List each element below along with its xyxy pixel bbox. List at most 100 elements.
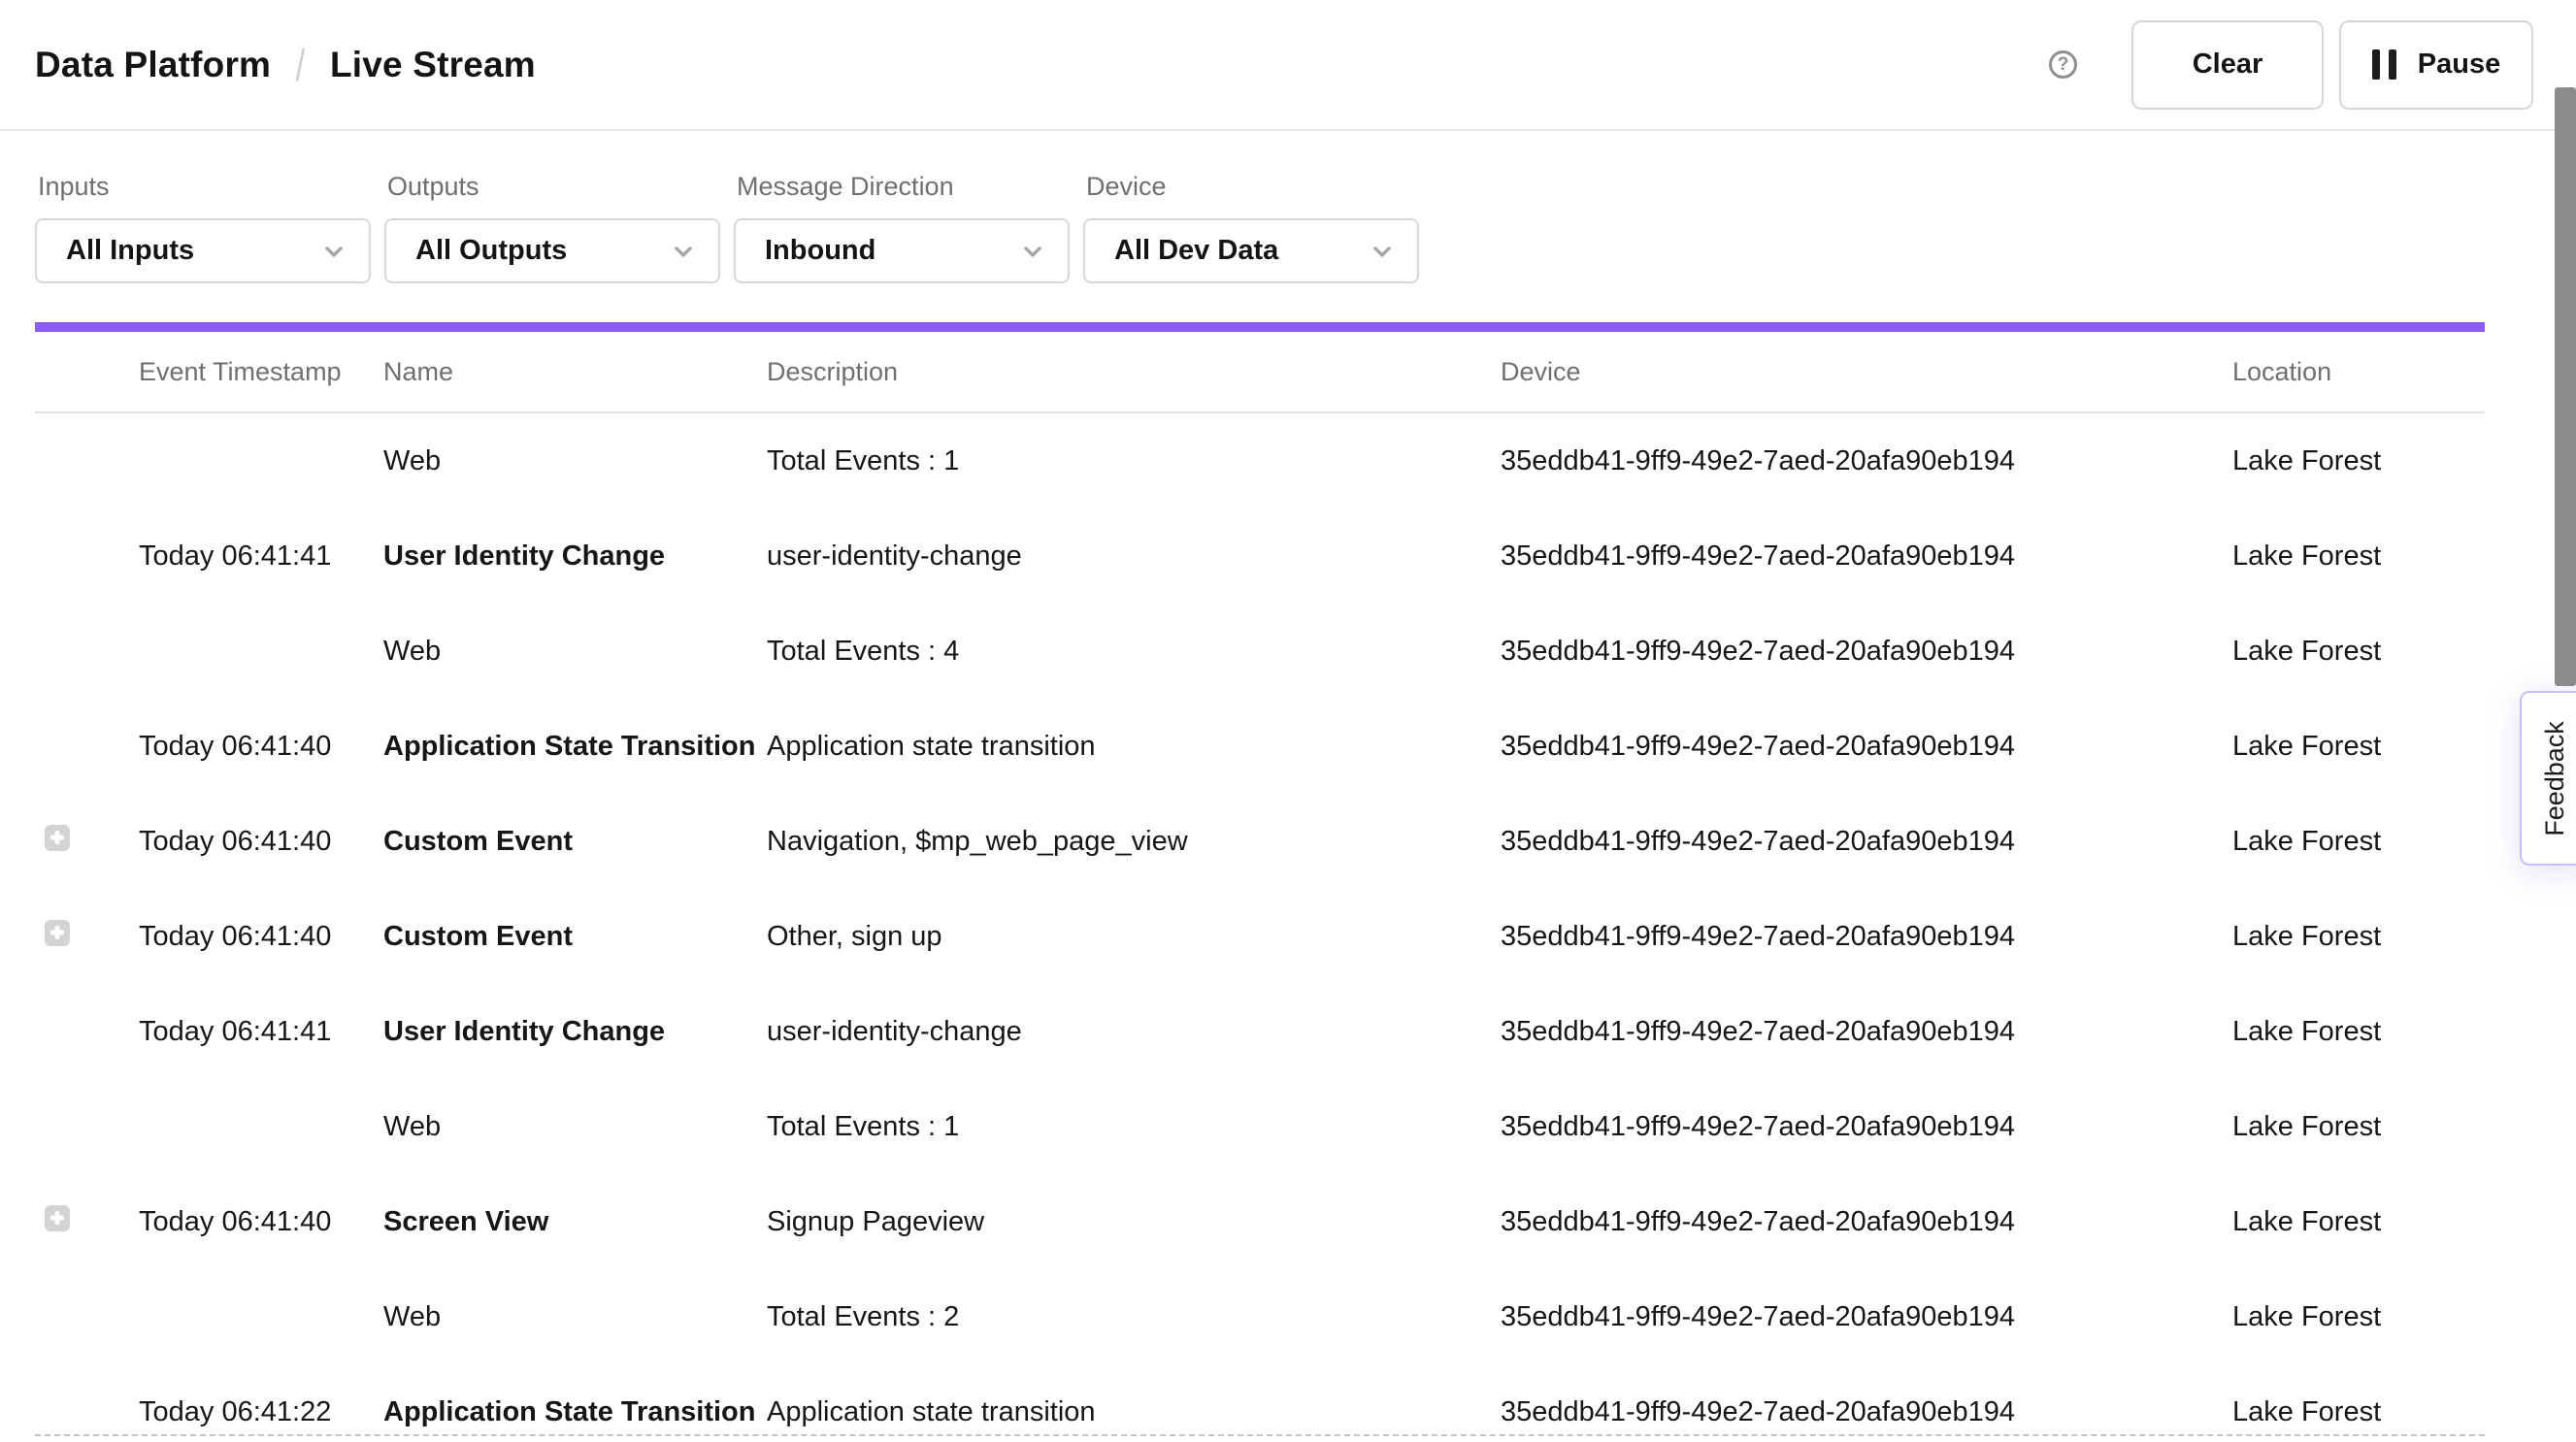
event-name-cell: User Identity Change [383,541,767,573]
table-row[interactable]: Today 06:41:40Application State Transiti… [35,699,2485,794]
location-cell: Lake Forest [2232,1396,2485,1428]
device-cell: 35eddb41-9ff9-49e2-7aed-20afa90eb194 [1501,541,2232,573]
top-bar: Data Platform / Live Stream ? Clear Paus… [0,0,2576,131]
outputs-select[interactable]: All Outputs [384,218,720,283]
event-name-cell: Web [383,1111,767,1143]
device-select[interactable]: All Dev Data [1083,218,1419,283]
event-timestamp-cell: Today 06:41:41 [139,1016,383,1048]
breadcrumb-live-stream: Live Stream [330,45,536,85]
event-timestamp-cell: Today 06:41:40 [139,921,383,953]
partial-next-row [35,1434,2485,1436]
outputs-filter-label: Outputs [387,172,720,202]
description-cell: Total Events : 4 [767,636,1501,668]
inputs-filter-label: Inputs [38,172,371,202]
table-row[interactable]: Today 06:41:41User Identity Changeuser-i… [35,508,2485,604]
device-cell: 35eddb41-9ff9-49e2-7aed-20afa90eb194 [1501,1206,2232,1238]
table-row[interactable]: Today 06:41:40Custom EventNavigation, $m… [35,794,2485,889]
location-cell: Lake Forest [2232,445,2485,477]
event-name-cell: Web [383,1301,767,1333]
location-cell: Lake Forest [2232,1016,2485,1048]
location-cell: Lake Forest [2232,1111,2485,1143]
device-cell: 35eddb41-9ff9-49e2-7aed-20afa90eb194 [1501,921,2232,953]
event-timestamp-cell: Today 06:41:22 [139,1396,383,1428]
expand-row-button[interactable] [45,1205,70,1231]
location-cell: Lake Forest [2232,636,2485,668]
chevron-down-icon [320,238,347,265]
chevron-down-icon [1019,238,1046,265]
expand-row-button[interactable] [45,920,70,946]
event-name-cell: User Identity Change [383,1016,767,1048]
pause-button-label: Pause [2418,49,2500,81]
table-body: WebTotal Events : 135eddb41-9ff9-49e2-7a… [35,413,2485,1442]
device-cell: 35eddb41-9ff9-49e2-7aed-20afa90eb194 [1501,731,2232,763]
device-cell: 35eddb41-9ff9-49e2-7aed-20afa90eb194 [1501,445,2232,477]
device-cell: 35eddb41-9ff9-49e2-7aed-20afa90eb194 [1501,1396,2232,1428]
table-row[interactable]: Today 06:41:22Application State Transiti… [35,1364,2485,1442]
device-cell: 35eddb41-9ff9-49e2-7aed-20afa90eb194 [1501,1301,2232,1333]
chevron-down-icon [670,238,697,265]
description-cell: Total Events : 1 [767,445,1501,477]
description-cell: Total Events : 2 [767,1301,1501,1333]
table-row[interactable]: Today 06:41:41User Identity Changeuser-i… [35,984,2485,1079]
filter-message-direction: Message Direction Inbound [734,133,1070,283]
breadcrumb-separator: / [296,39,306,91]
location-cell: Lake Forest [2232,1301,2485,1333]
table-header-row: Event Timestamp Name Description Device … [35,332,2485,413]
table-row[interactable]: Today 06:41:40Screen ViewSignup Pageview… [35,1174,2485,1269]
description-cell: user-identity-change [767,541,1501,573]
event-name-cell: Custom Event [383,826,767,858]
chevron-down-icon [1369,238,1396,265]
table-row[interactable]: Today 06:41:40Custom EventOther, sign up… [35,889,2485,984]
device-cell: 35eddb41-9ff9-49e2-7aed-20afa90eb194 [1501,1016,2232,1048]
device-filter-label: Device [1086,172,1419,202]
live-stream-table: Event Timestamp Name Description Device … [35,332,2485,1442]
vertical-scrollbar-thumb[interactable] [2555,87,2576,686]
table-row[interactable]: WebTotal Events : 235eddb41-9ff9-49e2-7a… [35,1269,2485,1364]
description-cell: Other, sign up [767,921,1501,953]
description-cell: Navigation, $mp_web_page_view [767,826,1501,858]
pause-icon [2372,49,2396,80]
event-name-cell: Web [383,636,767,668]
event-name-cell: Screen View [383,1206,767,1238]
event-name-cell: Application State Transition [383,1396,767,1428]
message-direction-filter-label: Message Direction [737,172,1070,202]
breadcrumb-data-platform[interactable]: Data Platform [35,45,271,85]
description-cell: Application state transition [767,1396,1501,1428]
location-cell: Lake Forest [2232,1206,2485,1238]
top-bar-actions: ? Clear Pause [2049,20,2533,110]
device-cell: 35eddb41-9ff9-49e2-7aed-20afa90eb194 [1501,1111,2232,1143]
table-row[interactable]: WebTotal Events : 135eddb41-9ff9-49e2-7a… [35,413,2485,508]
location-cell: Lake Forest [2232,826,2485,858]
filter-bar: Inputs All Inputs Outputs All Outputs Me… [35,133,2485,283]
clear-button-label: Clear [2193,49,2263,81]
help-icon[interactable]: ? [2049,50,2077,79]
event-timestamp-cell: Today 06:41:40 [139,731,383,763]
accent-divider [35,322,2485,332]
feedback-tab[interactable]: Feedback [2520,691,2576,866]
message-direction-select[interactable]: Inbound [734,218,1070,283]
column-header-description: Description [767,357,1501,387]
event-timestamp-cell: Today 06:41:41 [139,541,383,573]
expander-cell [35,920,139,954]
description-cell: Total Events : 1 [767,1111,1501,1143]
filter-device: Device All Dev Data [1083,133,1419,283]
column-header-device: Device [1501,357,2232,387]
expand-row-button[interactable] [45,825,70,851]
message-direction-select-value: Inbound [765,235,875,267]
device-select-value: All Dev Data [1114,235,1278,267]
pause-button[interactable]: Pause [2339,20,2533,110]
location-cell: Lake Forest [2232,731,2485,763]
table-row[interactable]: WebTotal Events : 135eddb41-9ff9-49e2-7a… [35,1079,2485,1174]
table-row[interactable]: WebTotal Events : 435eddb41-9ff9-49e2-7a… [35,604,2485,699]
event-timestamp-cell: Today 06:41:40 [139,1206,383,1238]
clear-button[interactable]: Clear [2131,20,2324,110]
expander-cell [35,825,139,859]
event-name-cell: Application State Transition [383,731,767,763]
device-cell: 35eddb41-9ff9-49e2-7aed-20afa90eb194 [1501,636,2232,668]
event-name-cell: Web [383,445,767,477]
inputs-select[interactable]: All Inputs [35,218,371,283]
filter-inputs: Inputs All Inputs [35,133,371,283]
feedback-tab-label: Feedback [2540,721,2570,836]
event-timestamp-cell: Today 06:41:40 [139,826,383,858]
outputs-select-value: All Outputs [415,235,567,267]
